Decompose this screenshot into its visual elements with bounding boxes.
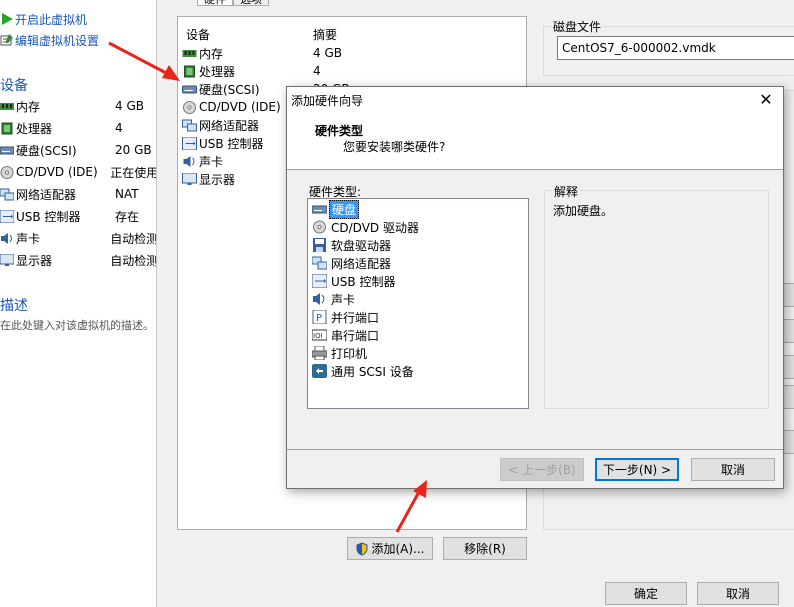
device-row-display[interactable]: 显示器 自动检测 — [0, 251, 156, 269]
next-button[interactable]: 下一步(N) > — [595, 458, 679, 481]
add-hardware-wizard-dialog: 添加硬件向导 ✕ 硬件类型 您要安装哪类硬件? 硬件类型: 硬盘 CD/DVD … — [286, 86, 784, 489]
usb-icon — [312, 274, 327, 288]
printer-icon — [312, 346, 327, 360]
devices-section-title: 设备 — [0, 78, 28, 94]
vm-summary-panel: 开启此虚拟机 编辑虚拟机设置 设备 内存 4 GB 处理器 4 硬盘(SCSI)… — [0, 0, 156, 607]
hw-row-processor[interactable]: 处理器 4 — [182, 62, 321, 80]
add-hardware-button[interactable]: 添加(A)... — [347, 537, 433, 560]
cd-dvd-icon — [313, 220, 326, 234]
close-icon[interactable]: ✕ — [757, 91, 775, 109]
settings-tabs: 硬件 选项 — [197, 0, 269, 6]
cancel-settings-button[interactable]: 取消 — [697, 582, 779, 605]
description-section-title: 描述 — [0, 298, 28, 314]
harddisk-icon — [312, 205, 327, 214]
cpu-icon — [1, 122, 13, 134]
hw-type-usb[interactable]: USB 控制器 — [312, 272, 397, 290]
hw-row-memory[interactable]: 内存 4 GB — [182, 44, 342, 62]
hw-type-cd-dvd[interactable]: CD/DVD 驱动器 — [312, 218, 421, 236]
hw-row-sound[interactable]: 声卡 — [182, 152, 223, 170]
wizard-cancel-button[interactable]: 取消 — [691, 458, 775, 481]
network-adapter-icon — [0, 188, 14, 200]
device-row-usb[interactable]: USB 控制器 存在 — [0, 207, 156, 225]
explanation-group — [544, 190, 769, 409]
hw-type-sound[interactable]: 声卡 — [312, 290, 357, 308]
floppy-icon — [313, 238, 326, 252]
device-row-network[interactable]: 网络适配器 NAT — [0, 185, 156, 203]
svg-text:IOI: IOI — [313, 332, 323, 340]
play-icon — [2, 13, 13, 25]
hw-row-usb[interactable]: USB 控制器 — [182, 134, 263, 152]
wizard-header-subtitle: 您要安装哪类硬件? — [343, 140, 446, 154]
tab-hardware[interactable]: 硬件 — [197, 0, 233, 6]
ok-button[interactable]: 确定 — [605, 582, 687, 605]
edit-vm-settings-link[interactable]: 编辑虚拟机设置 — [0, 31, 99, 49]
column-header-device: 设备 — [186, 28, 211, 42]
hw-row-display[interactable]: 显示器 — [182, 170, 235, 188]
parallel-port-icon: P — [312, 310, 327, 324]
device-row-processor[interactable]: 处理器 4 — [0, 119, 156, 137]
hw-type-floppy[interactable]: 软盘驱动器 — [312, 236, 393, 254]
serial-port-icon: IOI — [312, 329, 327, 341]
back-button[interactable]: < 上一步(B) — [500, 458, 584, 481]
cpu-icon — [184, 65, 195, 77]
hw-type-parallel-port[interactable]: P 并行端口 — [312, 308, 381, 326]
network-adapter-icon — [182, 119, 197, 131]
network-adapter-icon — [312, 256, 327, 270]
memory-icon — [182, 49, 197, 57]
hw-row-cd-dvd[interactable]: CD/DVD (IDE) — [182, 98, 281, 116]
memory-icon — [0, 102, 14, 110]
usb-icon — [182, 136, 197, 150]
wizard-separator — [287, 449, 783, 450]
cd-dvd-icon — [0, 165, 14, 179]
usb-icon — [0, 209, 14, 223]
annotation-arrow-to-add-button — [395, 480, 427, 533]
edit-settings-icon — [0, 34, 13, 46]
cd-dvd-icon — [183, 100, 196, 114]
power-on-vm-link[interactable]: 开启此虚拟机 — [0, 10, 87, 28]
hw-type-printer[interactable]: 打印机 — [312, 344, 369, 362]
explanation-text: 添加硬盘。 — [553, 204, 614, 218]
device-row-harddisk[interactable]: 硬盘(SCSI) 20 GB — [0, 141, 156, 159]
harddisk-icon — [0, 146, 14, 154]
hw-type-network[interactable]: 网络适配器 — [312, 254, 393, 272]
display-icon — [182, 172, 197, 185]
hw-row-harddisk[interactable]: 硬盘(SCSI) 20 GB — [182, 80, 350, 98]
wizard-header-title: 硬件类型 — [315, 124, 364, 138]
remove-hardware-button[interactable]: 移除(R) — [443, 537, 527, 560]
sound-card-icon — [313, 293, 325, 305]
generic-scsi-icon — [312, 364, 327, 378]
disk-file-label: 磁盘文件 — [551, 18, 604, 35]
svg-text:P: P — [316, 313, 322, 324]
sound-card-icon — [1, 232, 12, 244]
hardware-type-list[interactable]: 硬盘 CD/DVD 驱动器 软盘驱动器 网络适配器 USB 控制器 声卡 P 并… — [307, 198, 529, 409]
tab-options[interactable]: 选项 — [233, 0, 269, 6]
shield-icon — [356, 541, 368, 556]
device-row-memory[interactable]: 内存 4 GB — [0, 97, 156, 115]
hw-type-generic-scsi[interactable]: 通用 SCSI 设备 — [312, 362, 416, 380]
hw-type-serial-port[interactable]: IOI 串行端口 — [312, 326, 381, 344]
harddisk-icon — [182, 85, 197, 93]
annotation-arrow-to-harddisk — [108, 41, 180, 81]
device-row-sound[interactable]: 声卡 自动检测 — [0, 229, 156, 247]
explanation-title: 解释 — [552, 183, 581, 200]
device-row-cd-dvd[interactable]: CD/DVD (IDE) 正在使用 — [0, 163, 156, 181]
disk-file-field[interactable]: CentOS7_6-000002.vmdk — [557, 36, 794, 60]
hw-type-harddisk[interactable]: 硬盘 — [312, 199, 360, 219]
wizard-header: 硬件类型 您要安装哪类硬件? — [287, 114, 783, 170]
hw-row-network[interactable]: 网络适配器 — [182, 116, 259, 134]
display-icon — [0, 253, 14, 266]
wizard-title-bar: 添加硬件向导 ✕ — [287, 87, 783, 114]
sound-card-icon — [183, 155, 195, 167]
column-header-summary: 摘要 — [313, 28, 338, 42]
description-input[interactable]: 在此处键入对该虚拟机的描述。 — [0, 317, 154, 333]
wizard-title: 添加硬件向导 — [291, 94, 364, 108]
